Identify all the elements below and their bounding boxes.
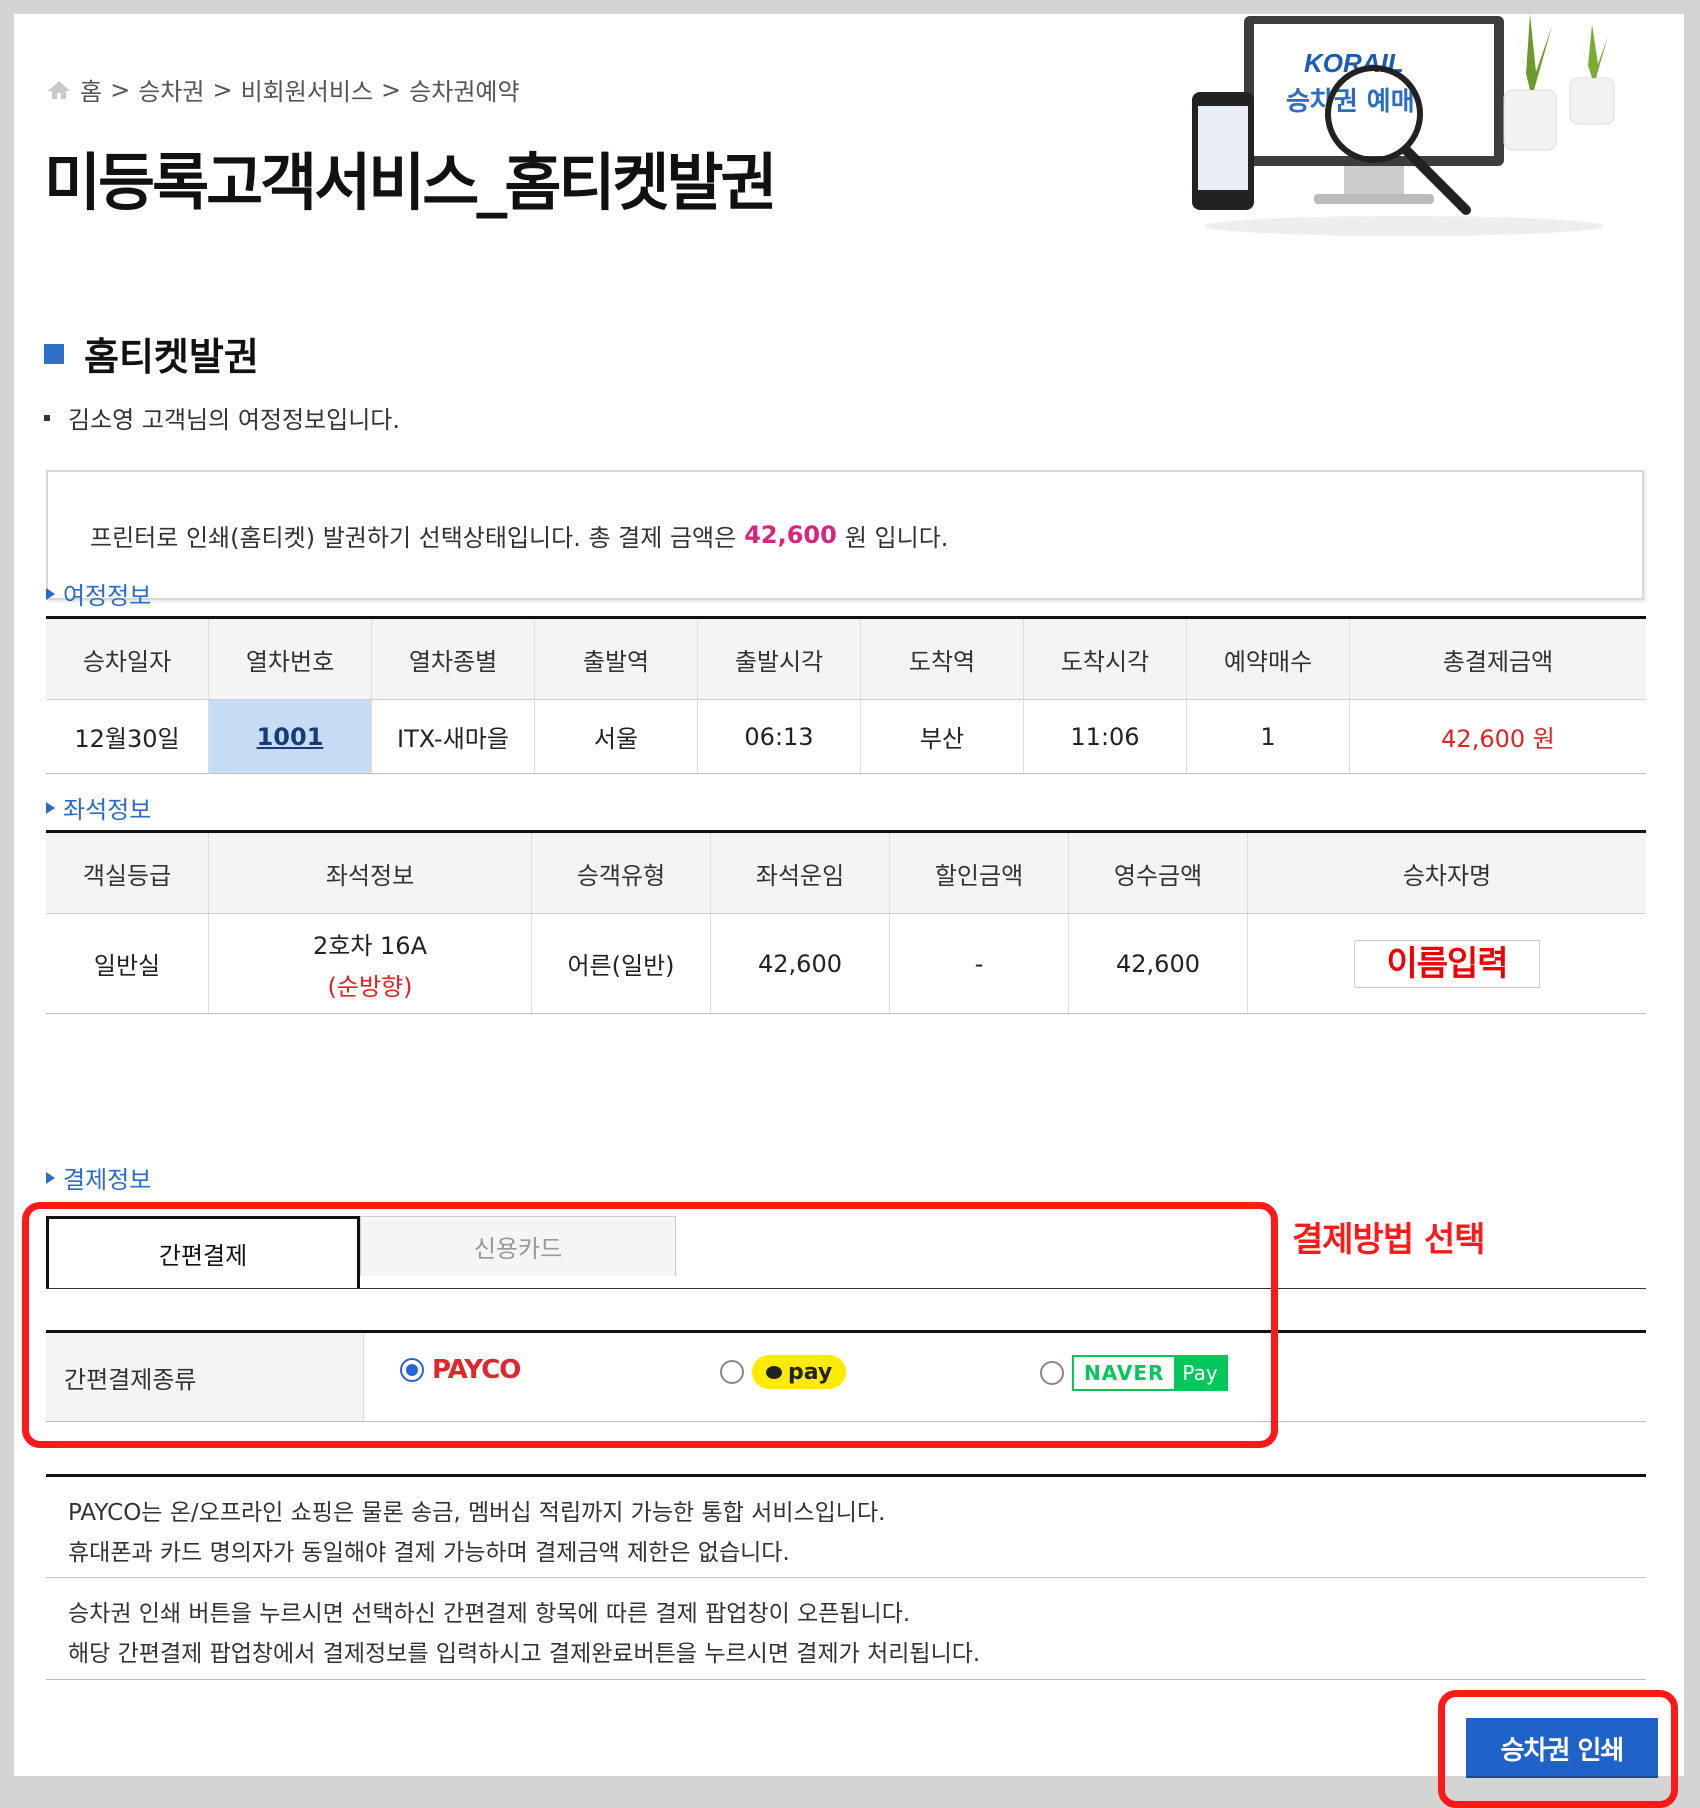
paid-amount: 42,600 [1068,913,1248,1014]
triangle-icon [46,801,55,814]
seat-info-title-text: 좌석정보 [63,796,152,824]
train-type: ITX-새마을 [371,699,535,774]
breadcrumb-nonmember[interactable]: 비회원서비스 [241,72,373,107]
section-title: 홈티켓발권 [44,326,259,381]
payco-description: PAYCO는 온/오프라인 쇼핑은 물론 송금, 멤버십 적립까지 가능한 통합… [46,1474,1646,1578]
breadcrumb-ticket[interactable]: 승차권 [138,72,204,107]
trip-table-header: 승차일자 열차번호 열차종별 출발역 출발시각 도착역 도착시각 예약매수 총결… [46,616,1646,700]
header-total-amount: 총결제금액 [1349,616,1646,700]
header-date: 승차일자 [46,616,209,700]
breadcrumb-home[interactable]: 홈 [80,72,102,107]
header-passenger-type: 승객유형 [531,830,711,914]
payment-notice: 프린터로 인쇄(홈티켓) 발권하기 선택상태입니다. 총 결제 금액은 42,6… [46,470,1644,600]
train-number-cell: 1001 [208,699,372,774]
arrival-station: 부산 [860,699,1024,774]
ticket-count: 1 [1186,699,1350,774]
seat-number: 2호차 16A [312,931,427,960]
train-number-link[interactable]: 1001 [257,723,324,751]
section-marker-icon [44,343,64,364]
header-fare: 좌석운임 [710,830,890,914]
seat-table-header: 객실등급 좌석정보 승객유형 좌석운임 할인금액 영수금액 승차자명 [46,830,1646,914]
payment-info-title-text: 결제정보 [63,1166,152,1194]
description-line: 해당 간편결제 팝업창에서 결제정보를 입력하시고 결제완료버튼을 누르시면 결… [68,1641,981,1667]
payment-method-annotation: 결제방법 선택 [1292,1220,1486,1260]
departure-station: 서울 [534,699,698,774]
description-line: PAYCO는 온/오프라인 쇼핑은 물론 송금, 멤버십 적립까지 가능한 통합… [68,1500,886,1526]
notice-amount: 42,600 [744,521,837,549]
departure-time: 06:13 [697,699,861,774]
header-train-no: 열차번호 [208,616,372,700]
section-title-text: 홈티켓발권 [84,335,259,379]
seat-info-title: 좌석정보 [46,790,151,825]
triangle-icon [46,587,55,600]
breadcrumb: 홈 > 승차권 > 비회원서비스 > 승차권예약 [46,72,520,107]
page-title: 미등록고객서비스_홈티켓발권 [44,146,778,219]
breadcrumb-separator: > [212,75,233,104]
header-departure-time: 출발시각 [697,616,861,700]
korail-banner-image: KORAIL 승차권 예매 [1174,14,1644,244]
breadcrumb-reservation: 승차권예약 [409,78,520,106]
seat-class: 일반실 [46,913,209,1014]
total-amount: 42,600 원 [1349,699,1646,774]
print-description: 승차권 인쇄 버튼을 누르시면 선택하신 간편결제 항목에 따른 결제 팝업창이… [46,1578,1646,1680]
banner-text: 승차권 예매 [1286,87,1415,117]
bullet-icon [44,414,50,421]
passenger-type: 어른(일반) [531,913,711,1014]
header-arrival-station: 도착역 [860,616,1024,700]
notice-prefix: 프린터로 인쇄(홈티켓) 발권하기 선택상태입니다. 총 결제 금액은 [90,523,737,552]
trip-table: 승차일자 열차번호 열차종별 출발역 출발시각 도착역 도착시각 예약매수 총결… [46,616,1646,774]
description-line: 휴대폰과 카드 명의자가 동일해야 결제 가능하며 결제금액 제한은 없습니다. [68,1540,790,1566]
table-row: 일반실 2호차 16A (순방향) 어른(일반) 42,600 - 42,600… [46,913,1646,1014]
header-discount: 할인금액 [889,830,1069,914]
header-seat: 좌석정보 [208,830,532,914]
triangle-icon [46,1171,55,1184]
header-paid: 영수금액 [1068,830,1248,914]
payment-info-title: 결제정보 [46,1160,151,1195]
breadcrumb-separator: > [381,75,402,104]
page: 홈 > 승차권 > 비회원서비스 > 승차권예약 미등록고객서비스_홈티켓발권 … [14,14,1684,1808]
header-passenger-name: 승차자명 [1247,830,1646,914]
header-arrival-time: 도착시각 [1023,616,1187,700]
passenger-name-cell: 이름입력 [1247,913,1646,1014]
notice-suffix: 원 입니다. [844,523,949,552]
seat-table: 객실등급 좌석정보 승객유형 좌석운임 할인금액 영수금액 승차자명 일반실 2… [46,830,1646,1014]
trip-info-title: 여정정보 [46,576,151,611]
discount-amount: - [889,913,1069,1014]
seat-fare: 42,600 [710,913,890,1014]
header-ticket-count: 예약매수 [1186,616,1350,700]
payment-highlight-frame [22,1202,1278,1448]
info-line: 김소영 고객님의 여정정보입니다. [44,400,400,435]
breadcrumb-separator: > [110,75,131,104]
header-departure-station: 출발역 [534,616,698,700]
seat-direction: (순방향) [327,972,413,1001]
home-icon[interactable] [46,79,72,101]
header-class: 객실등급 [46,830,209,914]
trip-date: 12월30일 [46,699,209,774]
trip-info-title-text: 여정정보 [63,582,152,610]
seat-info-cell: 2호차 16A (순방향) [208,913,532,1014]
passenger-name-input[interactable]: 이름입력 [1354,939,1540,988]
info-line-text: 김소영 고객님의 여정정보입니다. [68,406,401,434]
description-line: 승차권 인쇄 버튼을 누르시면 선택하신 간편결제 항목에 따른 결제 팝업창이… [68,1601,911,1627]
print-ticket-button[interactable]: 승차권 인쇄 [1466,1718,1658,1778]
arrival-time: 11:06 [1023,699,1187,774]
table-row: 12월30일 1001 ITX-새마을 서울 06:13 부산 11:06 1 … [46,699,1646,774]
header-train-type: 열차종별 [371,616,535,700]
